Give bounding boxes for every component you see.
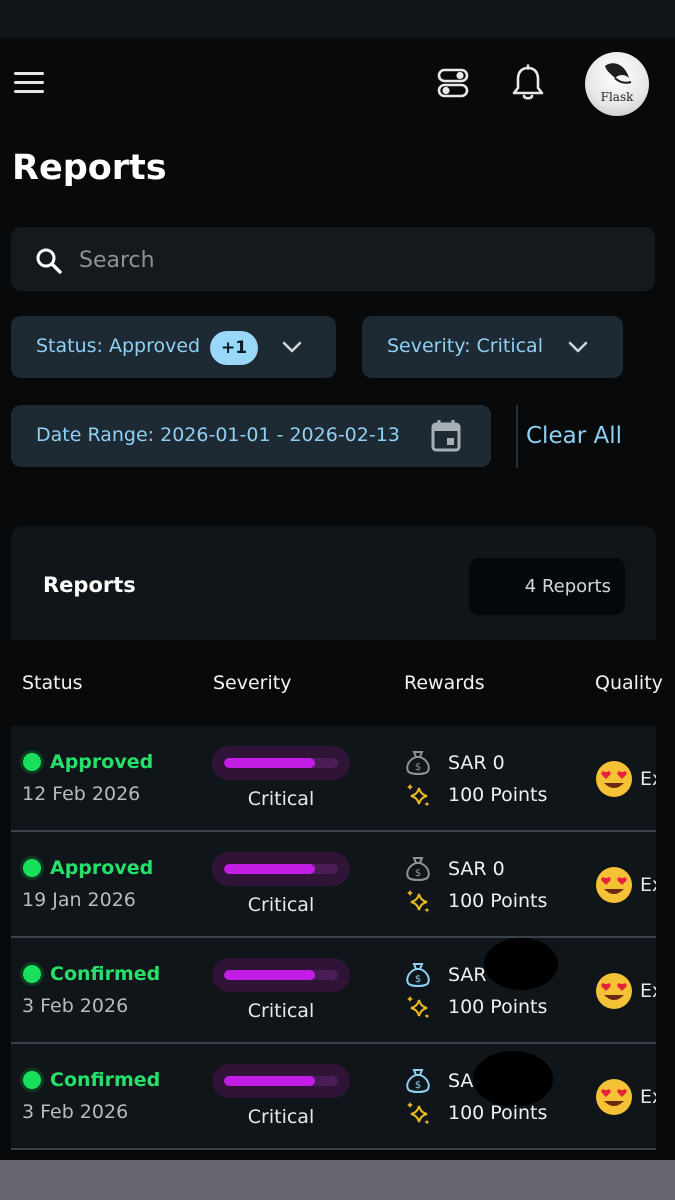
- column-header-quality[interactable]: Quality: [595, 672, 663, 694]
- heart-eyes-emoji-icon: [596, 1079, 632, 1115]
- reports-card-header: Reports 4 Reports: [11, 526, 656, 640]
- severity-label: Critical: [247, 894, 315, 916]
- filter-divider: [516, 405, 518, 468]
- system-navigation-bar: [0, 1160, 675, 1200]
- status-text: Approved: [50, 857, 154, 879]
- status-filter-label: Status: Approved: [36, 335, 201, 357]
- report-date: 12 Feb 2026: [22, 783, 141, 805]
- reward-money: SAR: [448, 964, 487, 986]
- quality-label: Excellent: [640, 768, 656, 790]
- search-bar[interactable]: [11, 227, 655, 291]
- quality-label: Excellent: [640, 980, 656, 1002]
- chevron-down-icon: [282, 341, 302, 353]
- status-text: Confirmed: [50, 1069, 161, 1091]
- redaction-blot: [484, 938, 558, 990]
- severity-bar: [212, 746, 350, 780]
- table-row[interactable]: Approved 19 Jan 2026 Critical $ SAR 0 10…: [11, 832, 656, 938]
- quality-label: Excellent: [640, 874, 656, 896]
- severity-filter-chip[interactable]: Severity: Critical: [362, 316, 623, 378]
- reports-count-badge: 4 Reports: [469, 558, 625, 615]
- avatar-logo-text: Flask: [600, 90, 634, 104]
- top-app-bar: Flask: [0, 38, 675, 128]
- status-dot: [23, 965, 41, 983]
- status-filter-extra-badge: +1: [210, 331, 258, 365]
- flask-logo-icon: [605, 63, 632, 84]
- status-dot: [23, 753, 41, 771]
- reward-money: SAR 0: [448, 752, 505, 774]
- bell-icon[interactable]: [510, 64, 546, 102]
- status-dot: [23, 1071, 41, 1089]
- severity-label: Critical: [247, 1106, 315, 1128]
- reward-points: 100 Points: [448, 996, 548, 1018]
- table-row[interactable]: Approved 12 Feb 2026 Critical $ SAR 0 10…: [11, 726, 656, 832]
- status-text: Confirmed: [50, 963, 161, 985]
- heart-eyes-emoji-icon: [596, 761, 632, 797]
- reports-table-body: Approved 12 Feb 2026 Critical $ SAR 0 10…: [11, 726, 656, 1156]
- search-input[interactable]: [77, 241, 621, 279]
- page-title: Reports: [12, 148, 167, 188]
- severity-filter-label: Severity: Critical: [387, 335, 543, 357]
- severity-bar: [212, 958, 350, 992]
- report-date: 3 Feb 2026: [22, 995, 129, 1017]
- status-filter-chip[interactable]: Status: Approved +1: [11, 316, 336, 378]
- reward-points: 100 Points: [448, 890, 548, 912]
- severity-label: Critical: [247, 788, 315, 810]
- system-status-bar: [0, 0, 675, 38]
- sparkle-icon: [407, 996, 430, 1019]
- column-header-rewards[interactable]: Rewards: [404, 672, 485, 694]
- date-range-filter-chip[interactable]: Date Range: 2026-01-01 - 2026-02-13: [11, 405, 491, 467]
- table-row[interactable]: Confirmed 3 Feb 2026 Critical $ SAR 100 …: [11, 938, 656, 1044]
- table-header: Status Severity Rewards Quality: [0, 650, 675, 718]
- svg-text:$: $: [415, 1080, 421, 1091]
- svg-text:$: $: [415, 974, 421, 985]
- money-bag-icon: $: [406, 963, 430, 987]
- report-date: 3 Feb 2026: [22, 1101, 129, 1123]
- severity-bar: [212, 852, 350, 886]
- svg-text:$: $: [415, 868, 421, 879]
- money-bag-icon: $: [406, 857, 430, 881]
- money-bag-icon: $: [406, 751, 430, 775]
- hamburger-menu-icon[interactable]: [14, 72, 46, 96]
- sparkle-icon: [407, 784, 430, 807]
- heart-eyes-emoji-icon: [596, 867, 632, 903]
- reports-card-title: Reports: [43, 573, 136, 597]
- sparkle-icon: [407, 1102, 430, 1125]
- chevron-down-icon: [568, 341, 588, 353]
- column-header-status[interactable]: Status: [22, 672, 83, 694]
- status-dot: [23, 859, 41, 877]
- sparkle-icon: [407, 890, 430, 913]
- reward-money: SAR 0: [448, 858, 505, 880]
- reward-money: SA: [448, 1070, 474, 1092]
- calendar-icon: [431, 420, 461, 452]
- money-bag-icon: $: [406, 1069, 430, 1093]
- heart-eyes-emoji-icon: [596, 973, 632, 1009]
- search-icon: [36, 248, 62, 274]
- severity-label: Critical: [247, 1000, 315, 1022]
- column-header-severity[interactable]: Severity: [213, 672, 291, 694]
- report-date: 19 Jan 2026: [22, 889, 136, 911]
- date-range-filter-label: Date Range: 2026-01-01 - 2026-02-13: [36, 424, 400, 446]
- reward-points: 100 Points: [448, 1102, 548, 1124]
- status-text: Approved: [50, 751, 154, 773]
- avatar[interactable]: Flask: [585, 52, 649, 116]
- svg-text:$: $: [415, 762, 421, 773]
- quality-label: Excellent: [640, 1086, 656, 1108]
- redaction-blot: [473, 1051, 553, 1107]
- table-row[interactable]: Confirmed 3 Feb 2026 Critical $ SA 100 P…: [11, 1044, 656, 1150]
- toggle-settings-icon[interactable]: [436, 66, 470, 100]
- severity-bar: [212, 1064, 350, 1098]
- clear-all-button[interactable]: Clear All: [526, 423, 622, 449]
- reward-points: 100 Points: [448, 784, 548, 806]
